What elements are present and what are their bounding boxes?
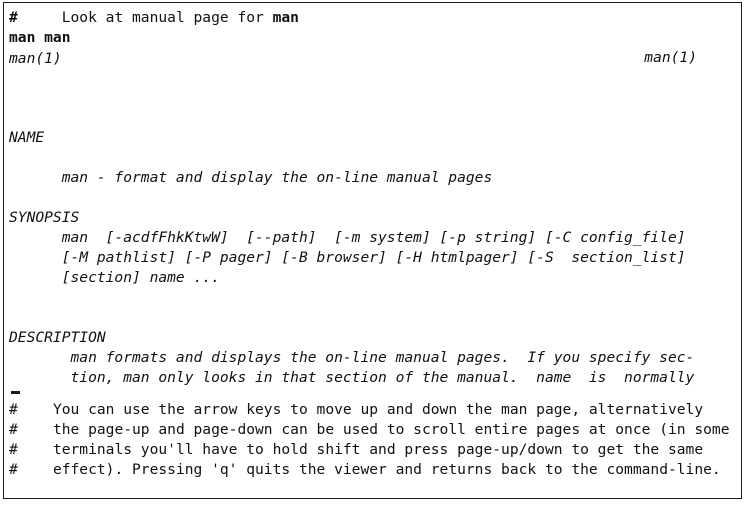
clipped-output-marker bbox=[9, 388, 741, 400]
man-header-left: man(1) bbox=[9, 50, 62, 67]
comment-text: You can use the arrow keys to move up an… bbox=[17, 401, 704, 418]
comment-marker: # bbox=[9, 461, 18, 478]
clipped-glyph bbox=[11, 391, 20, 394]
comment-marker: # bbox=[9, 401, 18, 418]
section-body-synopsis-line-3: [section] name ... bbox=[9, 269, 220, 286]
shell-command-man-man[interactable]: man man bbox=[9, 28, 741, 48]
comment-text: effect). Pressing 'q' quits the viewer a… bbox=[17, 461, 721, 478]
section-body-description-line-1: man formats and displays the on-line man… bbox=[9, 349, 695, 366]
comment-emphasis-man: man bbox=[272, 9, 299, 26]
section-heading-synopsis: SYNOPSIS bbox=[9, 209, 80, 226]
terminal-window: # Look at manual page for man man man ma… bbox=[3, 2, 742, 499]
man-header-right: man(1) bbox=[644, 49, 697, 66]
comment-text: Look at manual page for bbox=[17, 9, 273, 26]
section-body-description-line-2: tion, man only looks in that section of … bbox=[9, 369, 695, 386]
trailing-comment-line-3: # terminals you'll have to hold shift an… bbox=[9, 440, 741, 460]
section-heading-description: DESCRIPTION bbox=[9, 329, 106, 346]
comment-marker: # bbox=[9, 9, 18, 26]
section-body-synopsis-line-2: [-M pathlist] [-P pager] [-B browser] [-… bbox=[9, 249, 686, 266]
terminal-output[interactable]: # Look at manual page for man man man ma… bbox=[4, 3, 741, 498]
section-heading-name: NAME bbox=[9, 129, 45, 146]
trailing-comment-line-1: # You can use the arrow keys to move up … bbox=[9, 400, 741, 420]
trailing-comment-line-4: # effect). Pressing 'q' quits the viewer… bbox=[9, 460, 741, 480]
trailing-comment-line-2: # the page-up and page-down can be used … bbox=[9, 420, 741, 440]
man-page-header: man(1) man(1) bbox=[9, 48, 741, 68]
section-body-name: man - format and display the on-line man… bbox=[9, 169, 493, 186]
comment-text: the page-up and page-down can be used to… bbox=[17, 421, 730, 438]
comment-line-intro: # Look at manual page for man bbox=[9, 8, 741, 28]
section-body-synopsis-line-1: man [-acdfFhkKtwW] [--path] [-m system] … bbox=[9, 229, 686, 246]
screenshot-canvas: # Look at manual page for man man man ma… bbox=[0, 0, 748, 512]
comment-marker: # bbox=[9, 421, 18, 438]
comment-marker: # bbox=[9, 441, 18, 458]
comment-text: terminals you'll have to hold shift and … bbox=[17, 441, 704, 458]
